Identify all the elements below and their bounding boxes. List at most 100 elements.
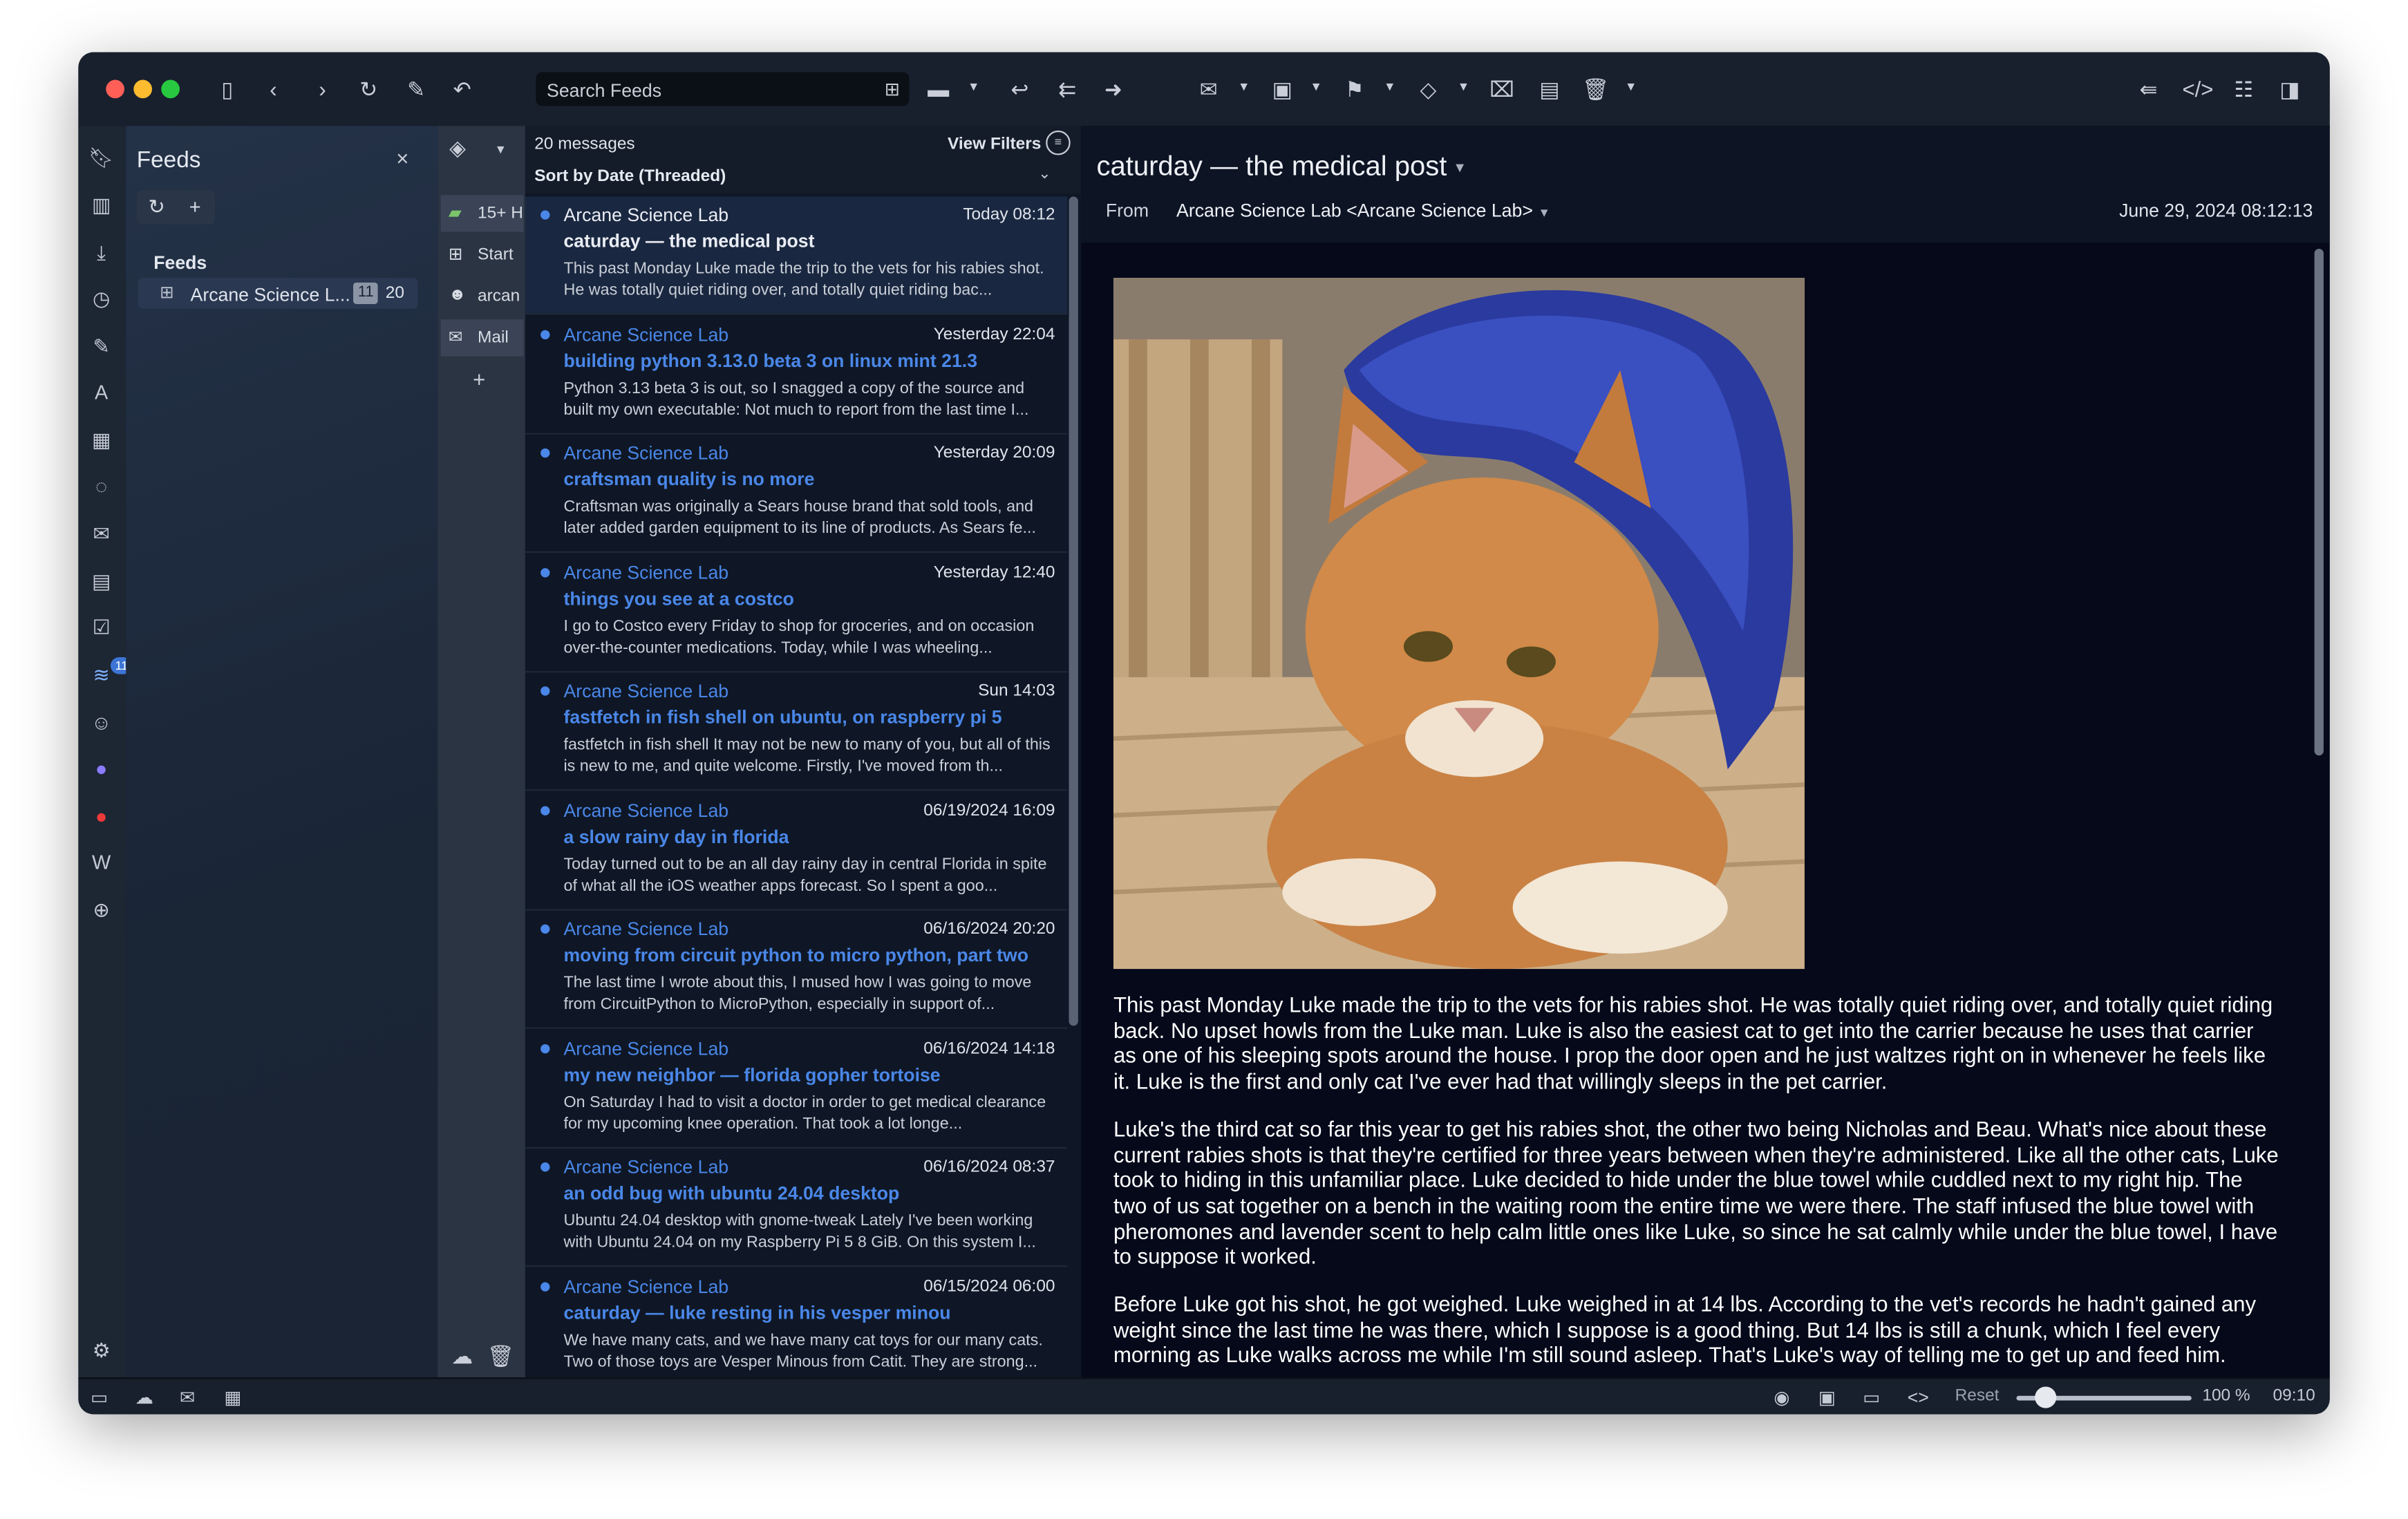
workspace-tab[interactable]: ⊞ Start <box>441 236 524 273</box>
workspace-tab[interactable]: ✉ Mail <box>440 319 524 357</box>
zoom-window-button[interactable] <box>161 79 180 99</box>
search-field[interactable]: Search Feeds ⊞ <box>536 72 910 106</box>
reply-all-right-icon[interactable]: ⇚ <box>2135 77 2163 102</box>
message-row[interactable]: Arcane Science Lab Yesterday 20:09 craftsm… <box>525 435 1068 553</box>
flag-dropdown-icon[interactable]: ▼ <box>1384 80 1396 94</box>
chevron-down-icon[interactable]: ▼ <box>1538 206 1550 220</box>
delete-dropdown-icon[interactable]: ▼ <box>1625 80 1637 94</box>
mark-read-dropdown-icon[interactable]: ▼ <box>1238 80 1250 94</box>
archive-icon[interactable]: ▤ <box>1536 77 1563 102</box>
body-paragraph: This past Monday Luke made the trip to t… <box>1113 992 2273 1094</box>
sort-label[interactable]: Sort by Date (Threaded) <box>534 167 726 186</box>
cloud-icon[interactable]: ☁ <box>449 1343 476 1368</box>
search-filter-icon[interactable]: ⊞ <box>885 78 900 100</box>
add-panel-icon[interactable]: ⊕ <box>88 897 115 925</box>
flag-icon[interactable]: ⚑ <box>1341 77 1368 102</box>
message-subject: a slow rainy day in florida <box>563 825 789 847</box>
mark-read-icon[interactable]: ✉ <box>1195 77 1223 102</box>
notes-icon[interactable]: ✎ <box>88 333 115 361</box>
feed-item[interactable]: ⊞ Arcane Science L... 11 20 <box>138 278 418 309</box>
message-row[interactable]: Arcane Science Lab 06/16/2024 20:20 moving… <box>525 911 1068 1029</box>
wikipedia-icon[interactable]: W <box>88 849 115 877</box>
capture-icon[interactable]: ◉ <box>1774 1386 1789 1408</box>
chat-icon[interactable]: ◌ <box>88 473 115 500</box>
contacts-icon[interactable]: ☺ <box>88 710 115 737</box>
mail-status-icon[interactable]: ✉ <box>180 1386 195 1408</box>
calendar-icon[interactable]: ▦ <box>88 427 115 455</box>
page-actions-icon[interactable]: <> <box>1908 1386 1929 1408</box>
message-row[interactable]: Arcane Science Lab 06/15/2024 06:00 caturd… <box>525 1267 1068 1386</box>
translate-icon[interactable]: A <box>88 379 115 407</box>
message-row[interactable]: Arcane Science Lab 06/16/2024 14:18 my new… <box>525 1030 1068 1148</box>
message-row[interactable]: Arcane Science Lab Yesterday 22:04 buildin… <box>525 316 1068 434</box>
layout-icon[interactable]: ▬ <box>925 77 952 102</box>
history-icon[interactable]: ◷ <box>88 285 115 313</box>
minimize-window-button[interactable] <box>133 79 152 99</box>
layers-icon[interactable]: ◈ <box>444 135 471 160</box>
compose-icon[interactable]: ✎ <box>402 77 430 102</box>
zoom-slider-handle[interactable] <box>2035 1386 2057 1408</box>
message-row[interactable]: Arcane Science Lab Yesterday 12:40 things … <box>525 554 1068 672</box>
feeds-icon[interactable]: ≋ 11 <box>88 657 133 690</box>
message-date: 06/15/2024 06:00 <box>923 1276 1055 1296</box>
calendar-status-icon[interactable]: ▦ <box>224 1386 241 1408</box>
zoom-reset-button[interactable]: Reset <box>1955 1386 2000 1405</box>
reply-all-icon[interactable]: ⇇ <box>1053 77 1081 102</box>
back-icon[interactable]: ‹ <box>260 77 288 102</box>
images-icon[interactable]: ▣ <box>1818 1386 1836 1408</box>
tiling-icon[interactable]: ▭ <box>1863 1386 1880 1408</box>
downloads-icon[interactable]: ⤓ <box>88 240 115 267</box>
unread-dot <box>540 1043 550 1053</box>
view-filters-button[interactable]: View Filters <box>948 135 1041 154</box>
toolbar: ▯ ‹ › ↻ ✎ ↶ Search Feeds ⊞ ▬ ▼ ↩ ⇇ ➜ ✉ ▼… <box>78 52 2330 128</box>
settings-icon[interactable]: ⚙ <box>88 1337 115 1365</box>
forward-message-icon[interactable]: ➜ <box>1100 77 1127 102</box>
site-icon: ☻ <box>448 285 467 304</box>
bookmark-icon[interactable]: 🔖︎ <box>88 144 115 172</box>
close-icon[interactable]: × <box>396 146 408 171</box>
sidebar-toggle-icon[interactable]: ▯ <box>214 77 241 102</box>
trash-icon[interactable]: 🗑 <box>487 1343 515 1368</box>
move-folder-dropdown-icon[interactable]: ▼ <box>1310 80 1322 94</box>
workspace-tab[interactable]: ☻ arcan <box>441 278 524 314</box>
mastodon-icon[interactable]: ● <box>88 755 115 783</box>
chevron-down-icon[interactable]: ▼ <box>1453 160 1467 176</box>
panel-toggle-icon[interactable]: ◨ <box>2276 77 2304 102</box>
message-header: caturday — the medical post ▼ From Arcane… <box>1081 126 2330 243</box>
spam-icon[interactable]: ⌧ <box>1488 77 1516 102</box>
vivaldi-icon[interactable]: ● <box>88 803 115 831</box>
layers-dropdown-icon[interactable]: ▼ <box>494 143 507 157</box>
undo-icon[interactable]: ↶ <box>449 77 476 102</box>
delete-icon[interactable]: 🗑 <box>1582 77 1610 102</box>
reading-list-icon[interactable]: ▥ <box>88 192 115 220</box>
filter-icon[interactable]: ≡ <box>1046 130 1071 155</box>
add-feed-icon[interactable]: + <box>177 195 214 218</box>
tag-icon[interactable]: ◇ <box>1414 77 1442 102</box>
calendar-alt-icon[interactable]: ▤ <box>88 568 115 596</box>
message-row[interactable]: Arcane Science Lab 06/16/2024 08:37 an odd… <box>525 1149 1068 1267</box>
sender-address[interactable]: Arcane Science Lab <Arcane Science Lab> … <box>1176 200 1550 221</box>
refresh-feeds-icon[interactable]: ↻ <box>138 195 175 220</box>
message-row[interactable]: Arcane Science Lab Today 08:12 caturday — … <box>525 196 1068 315</box>
message-row[interactable]: Arcane Science Lab 06/19/2024 16:09 a slow… <box>525 791 1068 910</box>
chevron-down-icon[interactable]: ⌄ <box>1038 166 1051 182</box>
tag-dropdown-icon[interactable]: ▼ <box>1458 80 1470 94</box>
reply-icon[interactable]: ↩ <box>1006 77 1033 102</box>
checklist-icon[interactable]: ☷ <box>2230 77 2257 102</box>
workspace-tab[interactable]: ▰ 15+ H <box>440 195 524 232</box>
list-scrollbar[interactable] <box>1069 196 1078 1026</box>
mail-icon[interactable]: ✉ <box>88 520 115 548</box>
reload-icon[interactable]: ↻ <box>355 77 382 102</box>
forward-icon[interactable]: › <box>309 77 337 102</box>
message-row[interactable]: Arcane Science Lab Sun 14:03 fastfetch in … <box>525 672 1068 791</box>
sync-icon[interactable]: ☁ <box>135 1386 154 1408</box>
unread-dot <box>540 448 550 458</box>
tasks-icon[interactable]: ☑ <box>88 614 115 642</box>
add-workspace-icon[interactable]: + <box>465 367 493 392</box>
reader-scrollbar[interactable] <box>2314 248 2324 756</box>
move-folder-icon[interactable]: ▣ <box>1268 77 1296 102</box>
layout-dropdown-icon[interactable]: ▼ <box>968 80 980 94</box>
source-code-icon[interactable]: </> <box>2182 77 2213 102</box>
panel-toggle-icon[interactable]: ▭ <box>91 1386 108 1408</box>
close-window-button[interactable] <box>106 79 124 99</box>
